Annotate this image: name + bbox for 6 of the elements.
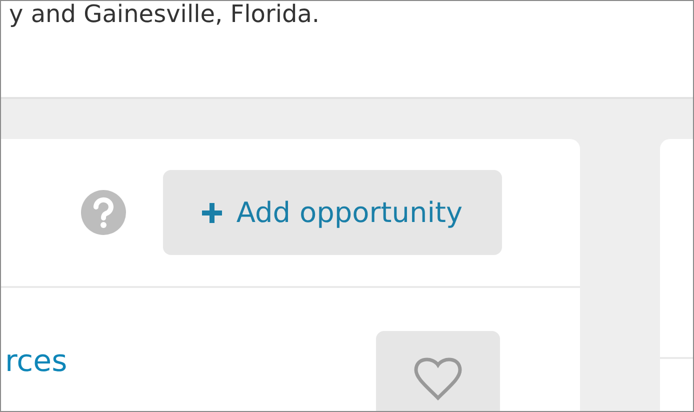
intro-text: y and Gainesville, Florida.	[9, 1, 320, 27]
plus-icon	[202, 202, 222, 222]
help-icon[interactable]	[81, 190, 126, 235]
add-opportunity-button[interactable]: Add opportunity	[163, 170, 502, 255]
favorite-button[interactable]	[376, 331, 500, 411]
opportunity-link[interactable]: rces	[5, 345, 68, 411]
